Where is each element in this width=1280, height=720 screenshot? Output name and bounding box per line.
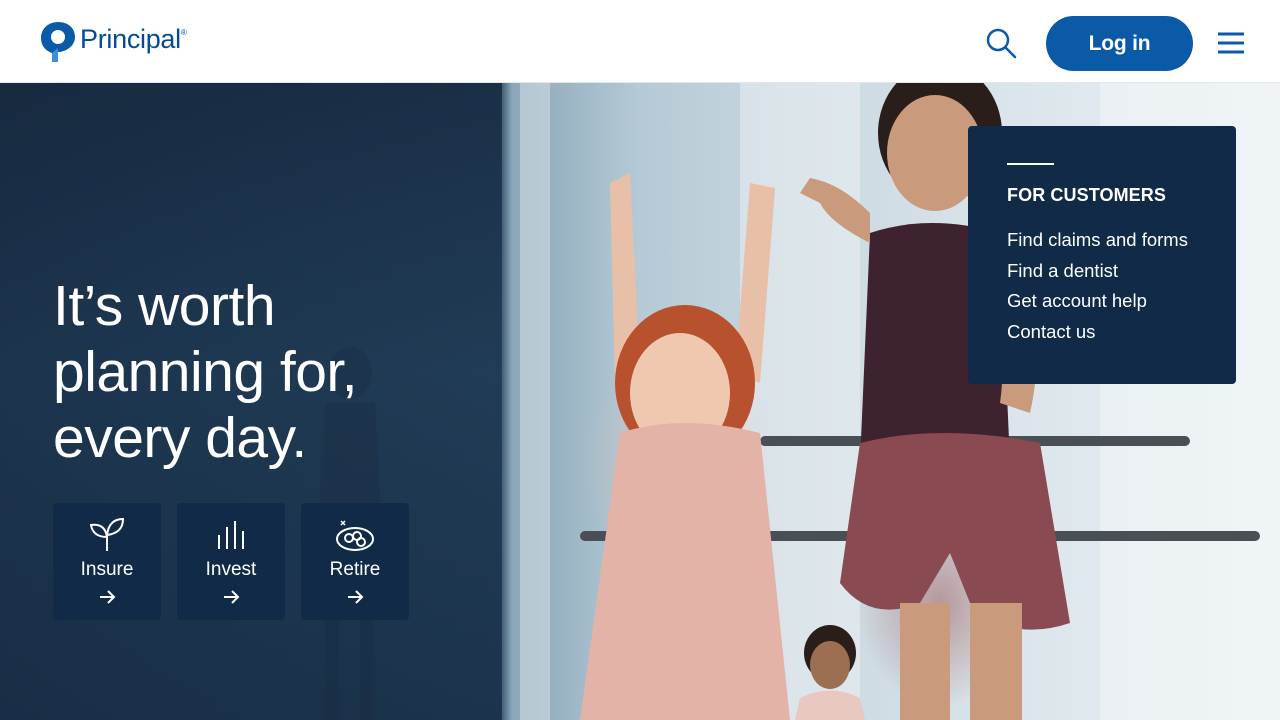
account-help-link[interactable]: Get account help xyxy=(1007,290,1147,311)
find-claims-link[interactable]: Find claims and forms xyxy=(1007,229,1188,250)
invest-tile[interactable]: Invest xyxy=(177,503,285,620)
registered-mark: ® xyxy=(180,27,187,37)
panel-divider xyxy=(1007,163,1054,165)
list-item: Contact us xyxy=(1007,321,1188,352)
panel-title: FOR CUSTOMERS xyxy=(1007,185,1166,205)
arrow-right-icon xyxy=(100,590,116,604)
customer-links-list: Find claims and forms Find a dentist Get… xyxy=(1007,229,1188,351)
insure-tile[interactable]: Insure xyxy=(53,503,161,620)
search-icon xyxy=(986,28,1017,59)
background-child-figure xyxy=(795,625,865,720)
bar-chart-icon xyxy=(218,521,244,549)
for-customers-panel: FOR CUSTOMERS Find claims and forms Find… xyxy=(968,126,1236,384)
menu-button[interactable] xyxy=(1214,28,1250,58)
site-header: Principal® Log in xyxy=(0,0,1280,83)
find-dentist-link[interactable]: Find a dentist xyxy=(1007,260,1118,281)
arrow-right-icon xyxy=(348,590,364,604)
list-item: Find a dentist xyxy=(1007,260,1188,291)
retire-label: Retire xyxy=(329,559,381,580)
arrow-right-icon xyxy=(224,590,240,604)
principal-logo[interactable]: Principal® xyxy=(40,20,187,64)
search-button[interactable] xyxy=(982,24,1020,62)
hamburger-menu-icon xyxy=(1218,32,1244,54)
invest-label: Invest xyxy=(205,559,257,580)
insure-label: Insure xyxy=(80,559,134,580)
hero-headline: It’s worth planning for, every day. xyxy=(53,274,358,470)
studio-window xyxy=(520,83,550,720)
principal-p-icon xyxy=(41,22,75,62)
login-button[interactable]: Log in xyxy=(1046,16,1193,71)
nest-icon xyxy=(336,520,374,551)
sprout-icon xyxy=(89,517,125,551)
brand-name: Principal® xyxy=(80,23,187,54)
retire-tile[interactable]: Retire xyxy=(301,503,409,620)
contact-us-link[interactable]: Contact us xyxy=(1007,321,1095,342)
child-figure xyxy=(580,173,790,720)
list-item: Find claims and forms xyxy=(1007,229,1188,260)
hero-section: It’s worth planning for, every day. Insu… xyxy=(0,83,1280,720)
list-item: Get account help xyxy=(1007,290,1188,321)
